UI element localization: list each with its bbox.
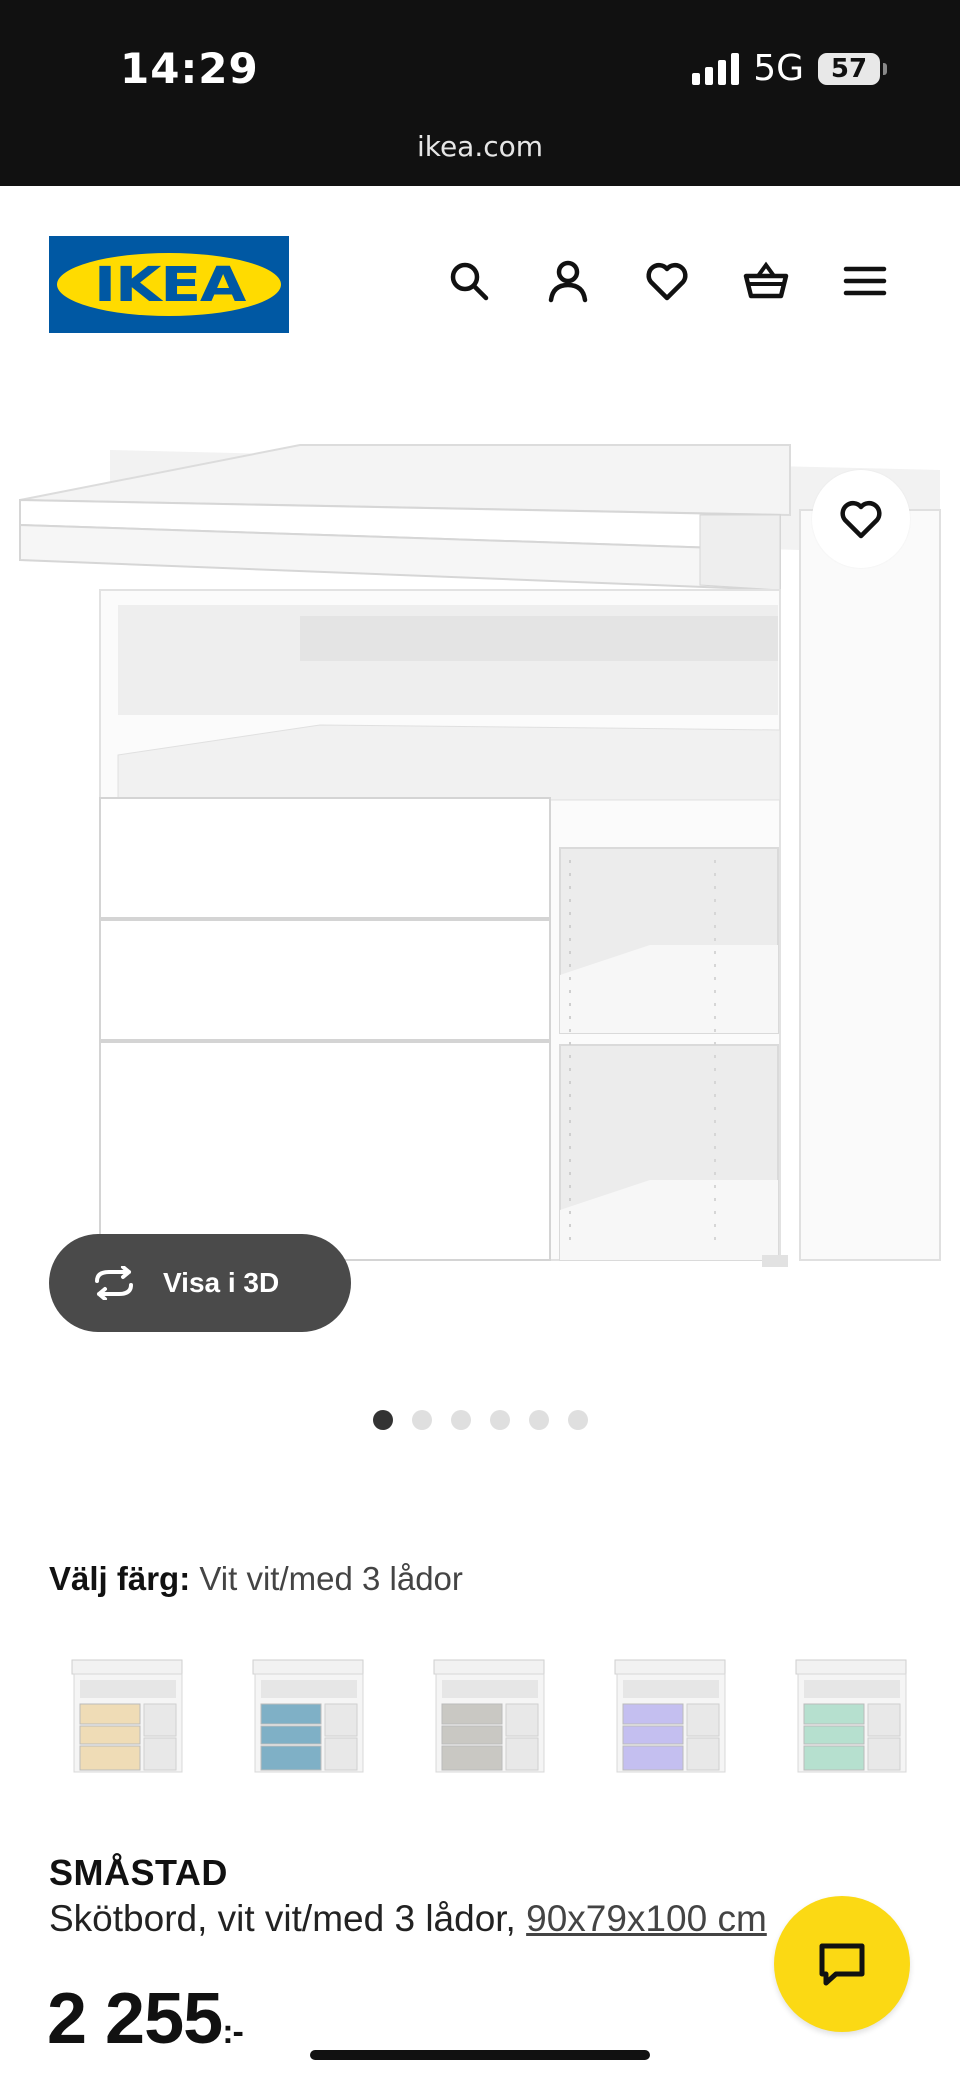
color-swatch[interactable] bbox=[60, 1650, 190, 1780]
product-type: Skötbord, vit vit/med 3 lådor, bbox=[49, 1898, 516, 1939]
chat-button[interactable] bbox=[774, 1896, 910, 2032]
header-nav bbox=[446, 258, 888, 304]
color-selector-label: Välj färg: Vit vit/med 3 lådor bbox=[49, 1560, 463, 1598]
gallery-pagination bbox=[0, 1410, 960, 1430]
product-description: Skötbord, vit vit/med 3 lådor, 90x79x100… bbox=[49, 1898, 809, 1940]
pagination-dot[interactable] bbox=[372, 1410, 393, 1430]
home-indicator bbox=[310, 2050, 650, 2060]
account-icon[interactable] bbox=[545, 258, 591, 304]
heart-icon[interactable] bbox=[644, 258, 690, 304]
status-time: 14:29 bbox=[120, 44, 259, 93]
logo-oval: IKEA bbox=[57, 253, 281, 316]
logo-text: IKEA bbox=[93, 256, 246, 313]
url-bar[interactable]: ikea.com bbox=[0, 130, 960, 163]
product-dimensions-link[interactable]: 90x79x100 cm bbox=[526, 1898, 767, 1939]
heart-icon bbox=[840, 500, 882, 539]
view-3d-label: Visa i 3D bbox=[163, 1267, 280, 1298]
battery-icon: 57 bbox=[818, 52, 887, 85]
status-indicators: 5G 57 bbox=[692, 48, 887, 89]
menu-icon[interactable] bbox=[842, 258, 888, 304]
pagination-dot[interactable] bbox=[411, 1410, 432, 1430]
product-price: 2 255:- bbox=[47, 1978, 244, 2060]
color-swatch[interactable] bbox=[422, 1650, 552, 1780]
pagination-dot[interactable] bbox=[450, 1410, 471, 1430]
color-swatch[interactable] bbox=[241, 1650, 371, 1780]
pagination-dot[interactable] bbox=[528, 1410, 549, 1430]
network-label: 5G bbox=[753, 48, 804, 89]
rotate-3d-icon bbox=[95, 1266, 133, 1300]
site-header: IKEA bbox=[0, 186, 960, 376]
ikea-logo[interactable]: IKEA bbox=[49, 236, 289, 333]
color-swatches bbox=[60, 1650, 914, 1780]
pagination-dot[interactable] bbox=[489, 1410, 510, 1430]
price-value: 2 255 bbox=[47, 1979, 223, 2059]
color-label: Välj färg: bbox=[49, 1560, 191, 1597]
search-icon[interactable] bbox=[446, 258, 492, 304]
color-value: Vit vit/med 3 lådor bbox=[199, 1560, 463, 1597]
color-swatch[interactable] bbox=[784, 1650, 914, 1780]
view-3d-button[interactable]: Visa i 3D bbox=[49, 1234, 351, 1332]
basket-icon[interactable] bbox=[743, 258, 789, 304]
product-name[interactable]: SMÅSTAD bbox=[49, 1852, 228, 1894]
pagination-dot[interactable] bbox=[567, 1410, 588, 1430]
chat-icon bbox=[819, 1943, 865, 1986]
price-suffix: :- bbox=[222, 2013, 244, 2051]
signal-icon bbox=[692, 52, 740, 85]
color-swatch[interactable] bbox=[603, 1650, 733, 1780]
status-bar: 14:29 5G 57 ikea.com bbox=[0, 0, 960, 186]
favorite-button[interactable] bbox=[812, 470, 910, 568]
